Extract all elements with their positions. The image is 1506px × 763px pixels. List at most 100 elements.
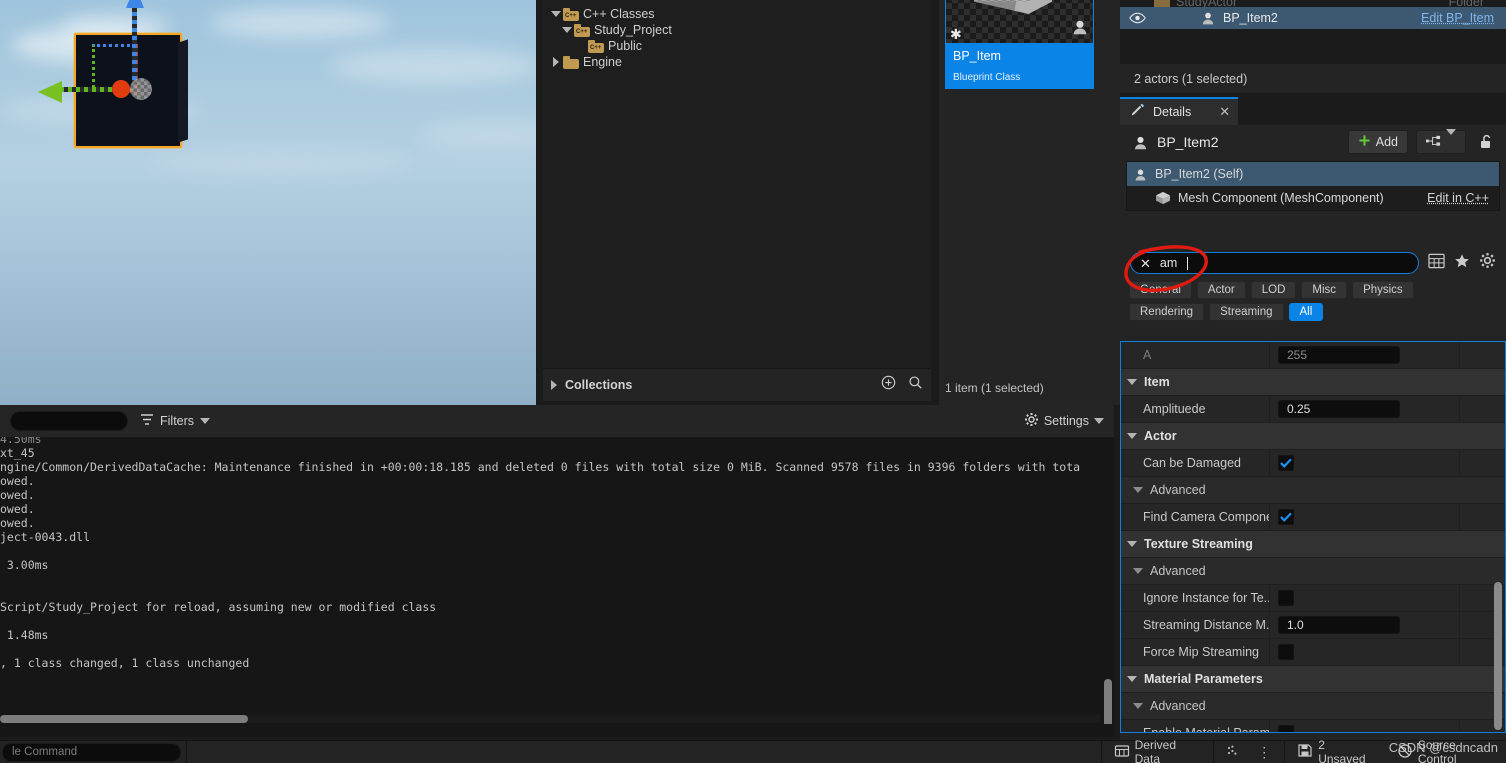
- chevron-down-icon[interactable]: [1133, 703, 1143, 709]
- gizmo-y-axis[interactable]: [60, 87, 118, 92]
- output-log-body[interactable]: 4.50ms xt_45 ngine/Common/DerivedDataCac…: [0, 437, 1114, 724]
- outliner-row-bp-item2[interactable]: BP_Item2 Edit BP_Item: [1120, 7, 1506, 29]
- property-row-a[interactable]: A 255: [1121, 342, 1505, 369]
- property-row-streaming-distance-multiplier[interactable]: Streaming Distance M... 1.0: [1121, 612, 1505, 639]
- details-search-row[interactable]: ✕ am: [1120, 247, 1506, 279]
- plus-circle-icon[interactable]: [881, 375, 896, 395]
- details-filter-tabs[interactable]: General Actor LOD Misc Physics Rendering…: [1120, 281, 1506, 325]
- close-icon[interactable]: ✕: [1219, 104, 1230, 120]
- property-checkbox[interactable]: [1278, 644, 1294, 660]
- collections-bar[interactable]: Collections: [543, 368, 931, 401]
- gizmo-center-handle[interactable]: [112, 80, 130, 98]
- filter-streaming[interactable]: Streaming: [1209, 303, 1284, 321]
- filter-misc[interactable]: Misc: [1301, 281, 1348, 299]
- property-checkbox[interactable]: [1278, 590, 1294, 606]
- viewport-browser-splitter[interactable]: [536, 0, 543, 405]
- status-dots[interactable]: ⋮: [1214, 741, 1284, 763]
- property-reset-cell[interactable]: [1459, 450, 1505, 476]
- console-command-input[interactable]: le Command: [2, 742, 182, 762]
- property-row-find-camera-component[interactable]: Find Camera Compone...: [1121, 504, 1505, 531]
- output-log-toolbar[interactable]: Filters Settings: [0, 405, 1114, 437]
- log-vertical-scrollbar[interactable]: [1104, 679, 1112, 724]
- property-value-field[interactable]: 255: [1278, 346, 1400, 364]
- star-icon[interactable]: [1454, 253, 1470, 274]
- property-row-can-be-damaged[interactable]: Can be Damaged: [1121, 450, 1505, 477]
- add-component-button[interactable]: Add: [1347, 130, 1408, 154]
- property-advanced-material-parameters[interactable]: Advanced: [1121, 693, 1505, 720]
- details-panel[interactable]: Details ✕ BP_Item2 Add BP_Item2 (Self) M…: [1120, 97, 1506, 740]
- tree-item-study-project[interactable]: C++ Study_Project: [543, 22, 931, 38]
- filter-lod[interactable]: LOD: [1250, 281, 1297, 299]
- property-category-item[interactable]: Item: [1121, 369, 1505, 396]
- tree-item-public[interactable]: C++ Public: [543, 38, 931, 54]
- status-derived-data[interactable]: Derived Data: [1102, 738, 1214, 763]
- status-unsaved[interactable]: 2 Unsaved: [1285, 738, 1385, 763]
- gizmo-z-axis[interactable]: [132, 4, 137, 82]
- component-list[interactable]: BP_Item2 (Self) Mesh Component (MeshComp…: [1126, 161, 1500, 211]
- log-horizontal-scrollbar-thumb[interactable]: [0, 715, 248, 723]
- property-list[interactable]: A 255 Item Amplituede 0.25 Actor Can be …: [1120, 341, 1506, 733]
- property-checkbox[interactable]: [1278, 455, 1294, 471]
- gizmo-z-arrow-icon[interactable]: [126, 0, 144, 8]
- chevron-down-icon[interactable]: [1127, 541, 1137, 547]
- chevron-down-icon[interactable]: [1133, 568, 1143, 574]
- filter-rendering[interactable]: Rendering: [1129, 303, 1205, 321]
- property-reset-cell[interactable]: [1459, 342, 1505, 368]
- filter-physics[interactable]: Physics: [1352, 281, 1414, 299]
- property-category-actor[interactable]: Actor: [1121, 423, 1505, 450]
- kebab-menu-icon[interactable]: ⋮: [1257, 744, 1271, 761]
- chevron-right-icon[interactable]: [549, 57, 563, 67]
- property-advanced-texture-streaming[interactable]: Advanced: [1121, 558, 1505, 585]
- component-row-self[interactable]: BP_Item2 (Self): [1127, 162, 1499, 186]
- details-toolbar[interactable]: BP_Item2 Add: [1120, 125, 1506, 159]
- log-settings-button[interactable]: Settings: [1024, 412, 1104, 430]
- property-advanced-actor[interactable]: Advanced: [1121, 477, 1505, 504]
- property-checkbox[interactable]: [1278, 725, 1294, 732]
- tab-details[interactable]: Details ✕: [1120, 97, 1239, 125]
- gear-icon[interactable]: [1479, 252, 1496, 274]
- world-outliner[interactable]: StudyActor Folder BP_Item2 Edit BP_Item: [1120, 0, 1506, 64]
- property-category-texture-streaming[interactable]: Texture Streaming: [1121, 531, 1505, 558]
- edit-in-cpp-link[interactable]: Edit in C++: [1427, 191, 1489, 205]
- property-row-amplituede[interactable]: Amplituede 0.25: [1121, 396, 1505, 423]
- chevron-down-icon[interactable]: [549, 11, 563, 17]
- blueprint-dropdown-button[interactable]: [1416, 129, 1466, 154]
- filter-actor[interactable]: Actor: [1196, 281, 1246, 299]
- output-log-panel[interactable]: Filters Settings 4.50ms xt_45 ngine/Comm…: [0, 405, 1114, 737]
- log-search-input[interactable]: [10, 411, 128, 431]
- property-reset-cell[interactable]: [1459, 396, 1505, 422]
- search-input[interactable]: ✕ am: [1130, 252, 1419, 274]
- filter-all[interactable]: All: [1288, 303, 1324, 321]
- edit-blueprint-link[interactable]: Edit BP_Item: [1421, 11, 1494, 25]
- property-row-force-mip-streaming[interactable]: Force Mip Streaming: [1121, 639, 1505, 666]
- gizmo-screen-handle[interactable]: [130, 78, 152, 100]
- property-value-field[interactable]: 1.0: [1278, 616, 1400, 634]
- property-row-ignore-instance-for-texture[interactable]: Ignore Instance for Te...: [1121, 585, 1505, 612]
- chevron-down-icon[interactable]: [1127, 433, 1137, 439]
- table-view-icon[interactable]: [1428, 253, 1445, 274]
- eye-icon[interactable]: [1120, 12, 1154, 24]
- chevron-down-icon[interactable]: [1133, 487, 1143, 493]
- property-category-material-parameters[interactable]: Material Parameters: [1121, 666, 1505, 693]
- chevron-right-icon[interactable]: [551, 380, 557, 390]
- property-row-enable-material-parameter[interactable]: Enable Material Param...: [1121, 720, 1505, 732]
- component-row-mesh[interactable]: Mesh Component (MeshComponent) Edit in C…: [1127, 186, 1499, 210]
- content-browser-sources-tree[interactable]: C++ C++ Classes C++ Study_Project C++ Pu…: [543, 0, 931, 368]
- level-viewport[interactable]: [0, 0, 536, 405]
- property-reset-cell[interactable]: [1459, 504, 1505, 530]
- property-checkbox[interactable]: [1278, 509, 1294, 525]
- content-browser-asset-view[interactable]: ✱ BP_Item Blueprint Class 1 item (1 sele…: [939, 0, 1120, 405]
- chevron-down-icon[interactable]: [1127, 676, 1137, 682]
- browser-asset-splitter[interactable]: [931, 0, 939, 405]
- tree-item-engine[interactable]: Engine: [543, 54, 931, 70]
- asset-tile-bp-item[interactable]: ✱ BP_Item Blueprint Class: [945, 0, 1094, 89]
- chevron-down-icon[interactable]: [560, 27, 574, 33]
- tree-item-cpp-classes[interactable]: C++ C++ Classes: [543, 6, 931, 22]
- log-filters-button[interactable]: Filters: [140, 413, 211, 429]
- property-list-scrollbar[interactable]: [1494, 582, 1502, 730]
- property-value-field[interactable]: 0.25: [1278, 400, 1400, 418]
- gizmo-y-arrow-icon[interactable]: [38, 81, 62, 103]
- filter-general[interactable]: General: [1129, 281, 1192, 299]
- search-icon[interactable]: [908, 375, 923, 395]
- close-icon[interactable]: ✕: [1140, 257, 1151, 270]
